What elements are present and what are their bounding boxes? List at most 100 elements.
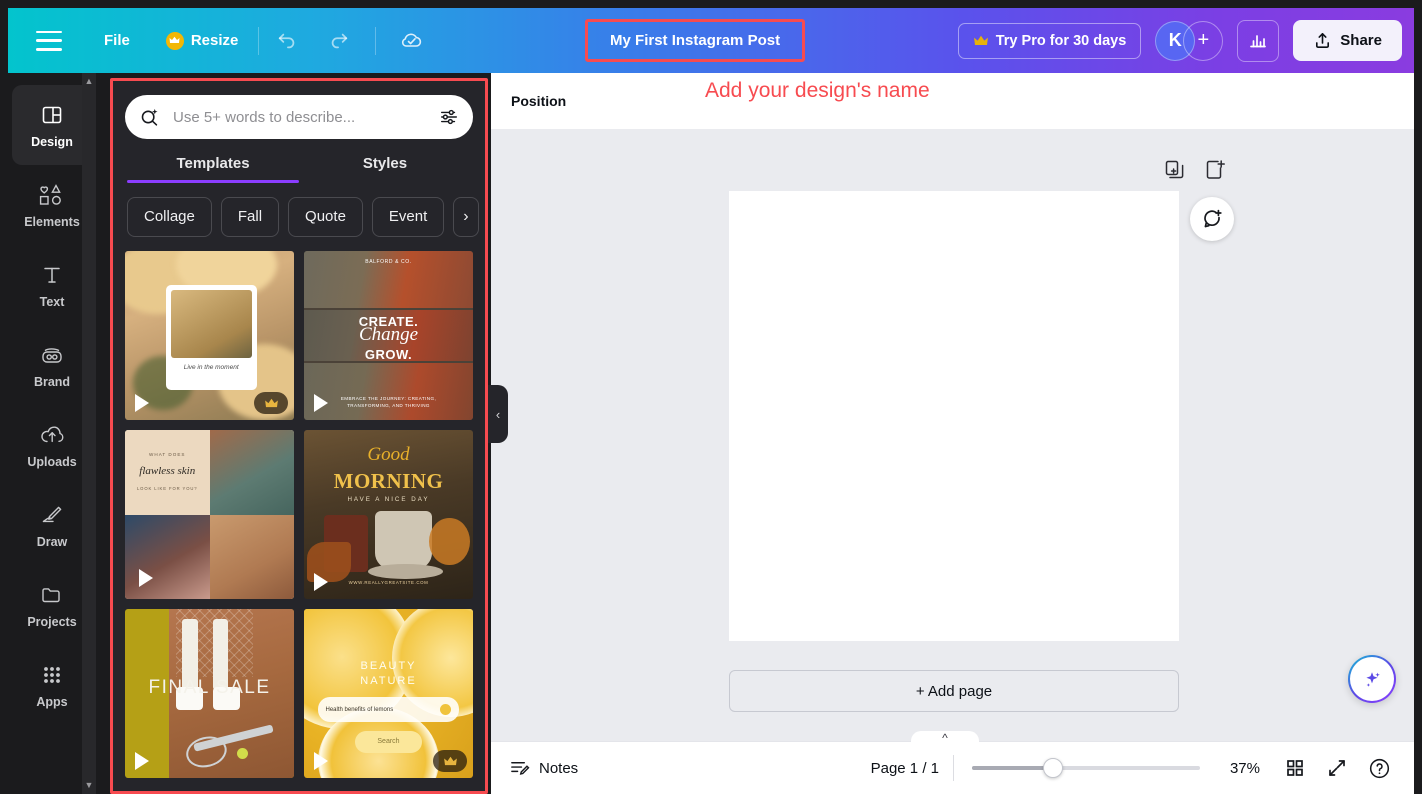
cloud-upload-icon bbox=[39, 422, 65, 448]
slider-fill bbox=[972, 766, 1050, 770]
sidebar-item-design[interactable]: Design bbox=[12, 85, 92, 165]
sidebar-item-label: Draw bbox=[37, 535, 68, 549]
share-label: Share bbox=[1340, 32, 1382, 49]
tab-templates[interactable]: Templates bbox=[127, 155, 299, 183]
page-panel-handle[interactable]: ^ bbox=[911, 731, 979, 753]
sidebar-item-elements[interactable]: Elements bbox=[12, 165, 92, 245]
brand-co-icon bbox=[39, 342, 65, 368]
header-divider-2 bbox=[375, 27, 376, 55]
insights-button[interactable] bbox=[1237, 20, 1279, 62]
design-title-field[interactable]: My First Instagram Post bbox=[585, 19, 805, 62]
chip-quote[interactable]: Quote bbox=[288, 197, 363, 237]
help-question-icon[interactable] bbox=[1362, 751, 1396, 785]
text-t-icon bbox=[40, 262, 64, 288]
add-page-label: + Add page bbox=[916, 683, 992, 700]
sidebar-item-text[interactable]: Text bbox=[12, 245, 92, 325]
magic-assistant-button[interactable] bbox=[1348, 655, 1396, 703]
duplicate-page-icon[interactable] bbox=[1164, 159, 1186, 181]
collapse-panel-button[interactable]: ‹ bbox=[488, 385, 508, 443]
canvas-stage: + Add page bbox=[491, 129, 1414, 741]
design-templates-panel: Use 5+ words to describe... Templates St… bbox=[110, 78, 488, 794]
file-menu-button[interactable]: File bbox=[92, 24, 142, 57]
fullscreen-icon[interactable] bbox=[1320, 751, 1354, 785]
search-input[interactable]: Use 5+ words to describe... bbox=[125, 95, 473, 139]
template-caption: Live in the moment bbox=[171, 364, 252, 371]
avatar-initial: K bbox=[1169, 30, 1182, 51]
template-line-1: BEAUTY bbox=[304, 660, 473, 672]
bottom-status-bar: ^ Notes Page 1 / 1 37% bbox=[491, 741, 1414, 794]
template-card-final-sale[interactable]: FINAL SALE bbox=[125, 609, 294, 778]
template-card-beauty-nature[interactable]: BEAUTY NATURE Health benefits of lemons … bbox=[304, 609, 473, 778]
template-card-create-change-grow[interactable]: BALFORD & CO. CREATE. Change GROW. EMBRA… bbox=[304, 251, 473, 420]
add-page-icon[interactable] bbox=[1204, 159, 1226, 181]
template-card-flawless-skin[interactable]: WHAT DOES flawless skin LOOK LIKE FOR YO… bbox=[125, 430, 294, 599]
undo-icon[interactable] bbox=[267, 21, 307, 61]
sidebar-item-label: Uploads bbox=[27, 455, 76, 469]
chevron-right-icon[interactable]: › bbox=[453, 197, 478, 237]
triangle-down-icon[interactable]: ▼ bbox=[85, 781, 94, 790]
template-card-flowers[interactable]: Live in the moment bbox=[125, 251, 294, 420]
redo-icon[interactable] bbox=[319, 21, 359, 61]
search-placeholder: Use 5+ words to describe... bbox=[173, 109, 427, 126]
play-icon bbox=[135, 752, 149, 770]
add-comment-button[interactable] bbox=[1190, 197, 1234, 241]
play-icon bbox=[314, 752, 328, 770]
quadrant bbox=[210, 430, 295, 515]
template-card-good-morning[interactable]: Good MORNING HAVE A NICE DAY WWW.REALLYG… bbox=[304, 430, 473, 599]
tab-styles[interactable]: Styles bbox=[299, 155, 471, 183]
template-inner-photo bbox=[171, 290, 252, 358]
category-chips: Collage Fall Quote Event › bbox=[113, 183, 485, 237]
sidebar-item-uploads[interactable]: Uploads bbox=[12, 405, 92, 485]
design-canvas-page[interactable] bbox=[729, 191, 1179, 641]
slider-knob[interactable] bbox=[1043, 758, 1063, 778]
design-title-text: My First Instagram Post bbox=[610, 32, 780, 49]
tab-label: Templates bbox=[176, 155, 249, 172]
template-line-1: Good bbox=[304, 444, 473, 466]
chip-fall[interactable]: Fall bbox=[221, 197, 279, 237]
crown-icon bbox=[973, 35, 989, 47]
triangle-up-icon[interactable]: ▲ bbox=[85, 77, 94, 86]
template-footer: EMBRACE THE JOURNEY: CREATING, TRANSFORM… bbox=[304, 396, 473, 410]
play-icon bbox=[314, 394, 328, 412]
sidebar-item-apps[interactable]: Apps bbox=[12, 645, 92, 725]
left-sidebar-rail: Design Elements Text bbox=[8, 73, 96, 794]
hamburger-menu-icon[interactable] bbox=[36, 31, 62, 51]
add-page-button[interactable]: + Add page bbox=[729, 670, 1179, 712]
template-kicker: WHAT DOES bbox=[125, 452, 210, 457]
magic-sparkle-icon bbox=[1360, 667, 1384, 691]
template-search-button: Search bbox=[355, 731, 423, 753]
add-collaborator-button[interactable]: + bbox=[1183, 21, 1223, 61]
zoom-slider[interactable] bbox=[972, 759, 1200, 777]
chip-label: Event bbox=[389, 208, 427, 225]
zoom-level-label: 37% bbox=[1218, 760, 1260, 777]
play-icon bbox=[314, 573, 328, 591]
notes-icon bbox=[509, 758, 530, 779]
resize-button[interactable]: Resize bbox=[154, 24, 251, 58]
chip-event[interactable]: Event bbox=[372, 197, 444, 237]
chip-label: Fall bbox=[238, 208, 262, 225]
template-sub: LOOK LIKE FOR YOU? bbox=[125, 486, 210, 491]
template-line-2: MORNING bbox=[304, 469, 473, 494]
template-search-text: Health benefits of lemons bbox=[326, 707, 441, 713]
sidebar-item-brand[interactable]: Brand bbox=[12, 325, 92, 405]
notes-button[interactable]: Notes bbox=[509, 758, 578, 779]
chip-collage[interactable]: Collage bbox=[127, 197, 212, 237]
sidebar-scrollbar[interactable]: ▲ ▼ bbox=[82, 73, 96, 794]
share-button[interactable]: Share bbox=[1293, 20, 1402, 61]
crown-icon bbox=[166, 32, 184, 50]
search-icon bbox=[440, 704, 451, 715]
quadrant bbox=[125, 515, 210, 600]
sidebar-item-draw[interactable]: Draw bbox=[12, 485, 92, 565]
position-button[interactable]: Position bbox=[511, 93, 566, 109]
template-line-3: GROW. bbox=[304, 347, 473, 362]
sidebar-item-label: Elements bbox=[24, 215, 80, 229]
template-title: FINAL SALE bbox=[125, 677, 294, 699]
sidebar-item-projects[interactable]: Projects bbox=[12, 565, 92, 645]
canva-editor-window: File Resize My bbox=[0, 0, 1422, 794]
try-pro-button[interactable]: Try Pro for 30 days bbox=[958, 23, 1142, 59]
tab-label: Styles bbox=[363, 155, 407, 172]
cloud-saved-icon[interactable] bbox=[392, 21, 432, 61]
filter-sliders-icon[interactable] bbox=[439, 107, 459, 127]
magic-search-icon bbox=[139, 106, 161, 128]
grid-view-icon[interactable] bbox=[1278, 751, 1312, 785]
